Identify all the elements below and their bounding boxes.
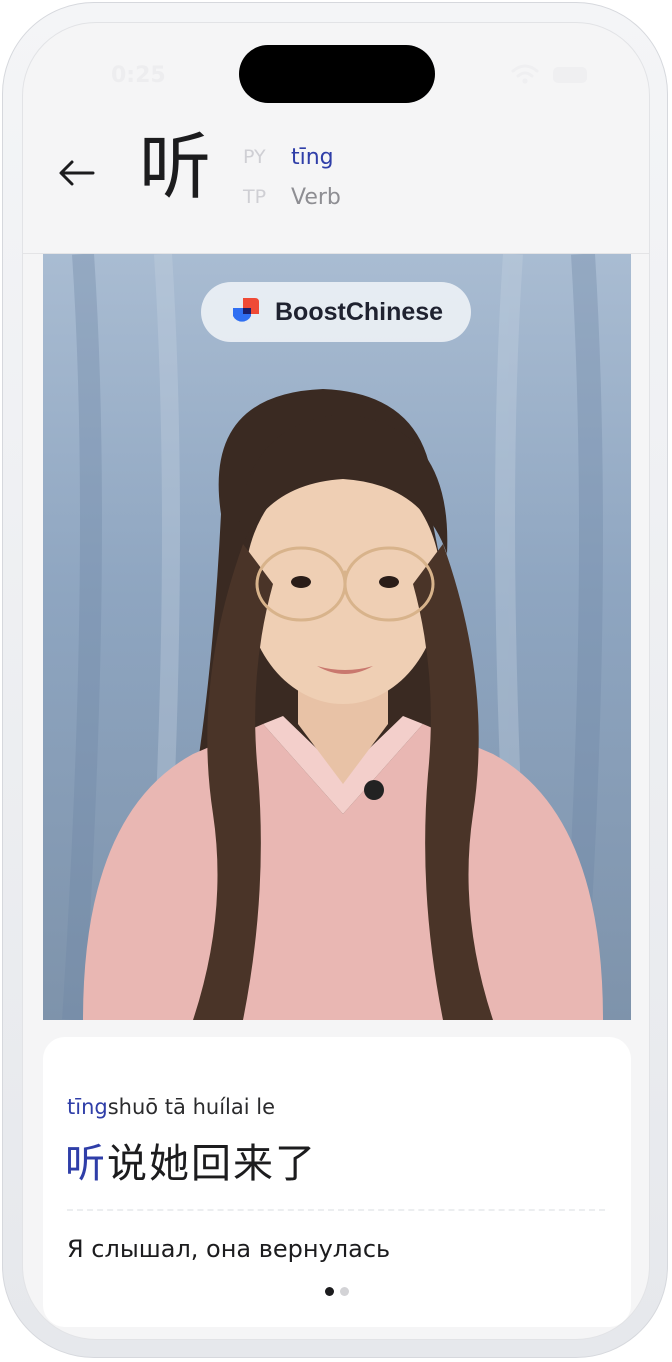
example-pinyin: tīngshuō tā huílai le xyxy=(67,1095,275,1119)
status-time: 0:25 xyxy=(111,63,166,88)
phone-screen: 0:25 听 PY tīng TP Verb BoostChinese tīng… xyxy=(22,22,650,1340)
brand-name: BoostChinese xyxy=(275,297,444,326)
pinyin-row: PY tīng xyxy=(243,137,341,177)
status-bar: 0:25 xyxy=(23,23,649,123)
example-pinyin-highlight: tīng xyxy=(67,1095,108,1119)
boostchinese-logo-icon xyxy=(233,298,259,322)
pagination-dot-1[interactable] xyxy=(325,1287,334,1296)
type-key: TP xyxy=(243,186,267,208)
example-hanzi-rest: 说她回来了 xyxy=(107,1141,317,1187)
arrow-left-icon[interactable] xyxy=(57,159,97,187)
dashed-divider xyxy=(67,1209,605,1211)
wifi-icon xyxy=(511,64,539,84)
word-character: 听 xyxy=(139,125,212,209)
battery-icon xyxy=(553,67,587,83)
brand-badge: BoostChinese xyxy=(201,282,471,342)
word-meta: PY tīng TP Verb xyxy=(243,137,341,217)
type-row: TP Verb xyxy=(243,177,341,217)
example-pinyin-rest: shuō tā huílai le xyxy=(107,1095,276,1119)
pinyin-value: tīng xyxy=(291,144,334,170)
pagination-dot-2[interactable] xyxy=(340,1287,349,1296)
video-frame xyxy=(62,254,603,1020)
example-hanzi-highlight: 听 xyxy=(65,1141,107,1187)
example-card[interactable]: tīngshuō tā huílai le 听说她回来了 Я слышал, о… xyxy=(43,1037,631,1327)
type-value: Verb xyxy=(291,184,341,210)
example-translation: Я слышал, она вернулась xyxy=(67,1235,391,1263)
dynamic-island xyxy=(239,45,435,103)
pagination-dots xyxy=(325,1287,349,1296)
pinyin-key: PY xyxy=(243,146,266,168)
example-hanzi: 听说她回来了 xyxy=(65,1131,317,1189)
video-player[interactable]: BoostChinese xyxy=(43,254,631,1020)
word-header: 听 PY tīng TP Verb xyxy=(23,123,649,254)
